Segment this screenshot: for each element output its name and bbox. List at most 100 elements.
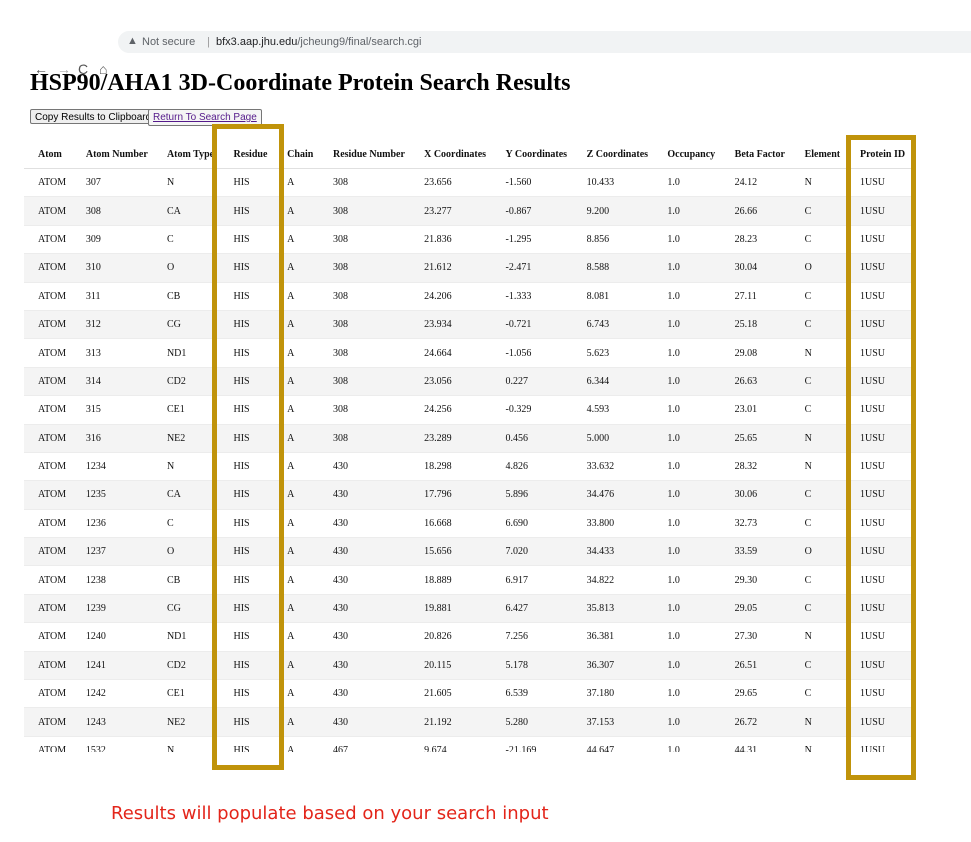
table-cell: 1.0 <box>653 395 721 425</box>
column-header-atom: Atom <box>24 140 72 169</box>
table-cell: C <box>790 651 846 681</box>
table-cell: 1.0 <box>653 196 721 226</box>
table-cell: ND1 <box>152 338 220 368</box>
table-cell: 308 <box>318 253 411 283</box>
copy-results-button[interactable]: Copy Results to Clipboard <box>30 109 157 124</box>
table-cell: 308 <box>318 225 411 255</box>
table-cell: ATOM <box>24 594 72 624</box>
table-cell: N <box>790 736 846 752</box>
table-cell: 35.813 <box>572 594 654 624</box>
table-cell: 6.427 <box>491 594 573 624</box>
table-cell: ATOM <box>24 736 72 752</box>
table-cell: 25.65 <box>720 424 791 453</box>
table-cell: 1.0 <box>653 310 721 340</box>
security-label[interactable]: Not secure <box>142 36 195 48</box>
table-cell: C <box>790 196 846 226</box>
table-cell: C <box>790 480 846 510</box>
table-cell: 1243 <box>71 707 153 737</box>
table-cell: 6.690 <box>491 509 573 539</box>
table-cell: 1.0 <box>653 168 721 198</box>
results-table-container[interactable]: Atom Atom Number Atom Type Residue Chain Resi… <box>24 140 912 752</box>
column-header-atom-number: Atom Number <box>71 140 153 169</box>
table-cell: 15.656 <box>410 537 492 567</box>
table-cell: 1236 <box>71 509 153 539</box>
table-cell: 21.192 <box>410 707 492 737</box>
table-cell: 34.822 <box>572 565 654 595</box>
table-cell: 1.0 <box>653 253 721 283</box>
table-cell: CA <box>152 480 220 510</box>
table-cell: 30.04 <box>720 253 791 283</box>
table-cell: 21.612 <box>410 253 492 283</box>
warning-icon[interactable]: ▲ <box>127 35 138 47</box>
table-cell: 308 <box>318 310 411 340</box>
table-cell: 312 <box>71 310 153 340</box>
table-cell: 1234 <box>71 452 153 482</box>
table-cell: ATOM <box>24 622 72 652</box>
table-row: ATOM 311 CB HIS A 308 24.206 -1.333 8.081 1.0 27.1… <box>24 282 912 311</box>
table-cell: 33.632 <box>572 452 654 482</box>
table-cell: 311 <box>71 282 153 311</box>
table-cell: NE2 <box>152 707 220 737</box>
table-cell: ATOM <box>24 424 72 453</box>
table-cell: 5.280 <box>491 707 573 737</box>
table-cell: ATOM <box>24 253 72 283</box>
table-cell: N <box>152 452 220 482</box>
table-cell: CG <box>152 310 220 340</box>
table-cell: C <box>790 395 846 425</box>
table-row: ATOM 307 N HIS A 308 23.656 -1.560 10.433 1.0 24.1… <box>24 168 912 198</box>
table-cell: N <box>790 622 846 652</box>
table-cell: 308 <box>71 196 153 226</box>
table-cell: C <box>790 679 846 709</box>
table-cell: -1.333 <box>491 282 573 311</box>
column-header-element: Element <box>790 140 846 169</box>
table-cell: C <box>790 509 846 539</box>
table-cell: -0.721 <box>491 310 573 340</box>
table-row: ATOM 1237 O HIS A 430 15.656 7.020 34.433 1.0 33.5… <box>24 537 912 567</box>
table-cell: 308 <box>318 424 411 453</box>
table-cell: NE2 <box>152 424 220 453</box>
table-cell: 313 <box>71 338 153 368</box>
column-header-residue-number: Residue Number <box>318 140 411 169</box>
table-cell: ATOM <box>24 338 72 368</box>
table-cell: 8.856 <box>572 225 654 255</box>
table-cell: C <box>790 367 846 397</box>
table-cell: CE1 <box>152 395 220 425</box>
table-cell: ATOM <box>24 565 72 595</box>
table-cell: C <box>790 565 846 595</box>
protein-id-column-highlight <box>846 135 916 780</box>
table-cell: 1.0 <box>653 480 721 510</box>
table-cell: 5.896 <box>491 480 573 510</box>
url-text[interactable]: bfx3.aap.jhu.edu/jcheung9/final/search.c… <box>216 36 422 48</box>
table-cell: 30.06 <box>720 480 791 510</box>
table-cell: 6.743 <box>572 310 654 340</box>
table-cell: C <box>790 282 846 311</box>
table-row: ATOM 312 CG HIS A 308 23.934 -0.721 6.743 1.0 25.1… <box>24 310 912 340</box>
url-host: bfx3.aap.jhu.edu <box>216 36 298 48</box>
table-cell: 36.307 <box>572 651 654 681</box>
table-row: ATOM 315 CE1 HIS A 308 24.256 -0.329 4.593 1.0 23.… <box>24 395 912 425</box>
table-cell: 28.32 <box>720 452 791 482</box>
table-cell: 29.08 <box>720 338 791 368</box>
table-cell: C <box>152 509 220 539</box>
address-bar[interactable]: ▲ Not secure | bfx3.aap.jhu.edu/jcheung9… <box>118 31 971 53</box>
table-cell: CB <box>152 565 220 595</box>
table-cell: 4.593 <box>572 395 654 425</box>
table-cell: 21.836 <box>410 225 492 255</box>
table-cell: 29.30 <box>720 565 791 595</box>
results-table: Atom Atom Number Atom Type Residue Chain Resi… <box>24 140 912 752</box>
table-cell: 430 <box>318 537 411 567</box>
table-cell: 315 <box>71 395 153 425</box>
column-header-y-coordinates: Y Coordinates <box>491 140 573 169</box>
table-cell: ATOM <box>24 509 72 539</box>
table-cell: 308 <box>318 395 411 425</box>
table-cell: 26.66 <box>720 196 791 226</box>
table-cell: 8.081 <box>572 282 654 311</box>
table-cell: 1.0 <box>653 679 721 709</box>
table-cell: ATOM <box>24 452 72 482</box>
column-header-occupancy: Occupancy <box>653 140 721 169</box>
table-cell: ND1 <box>152 622 220 652</box>
table-cell: O <box>790 253 846 283</box>
table-cell: -0.867 <box>491 196 573 226</box>
table-cell: 430 <box>318 622 411 652</box>
table-cell: 8.588 <box>572 253 654 283</box>
